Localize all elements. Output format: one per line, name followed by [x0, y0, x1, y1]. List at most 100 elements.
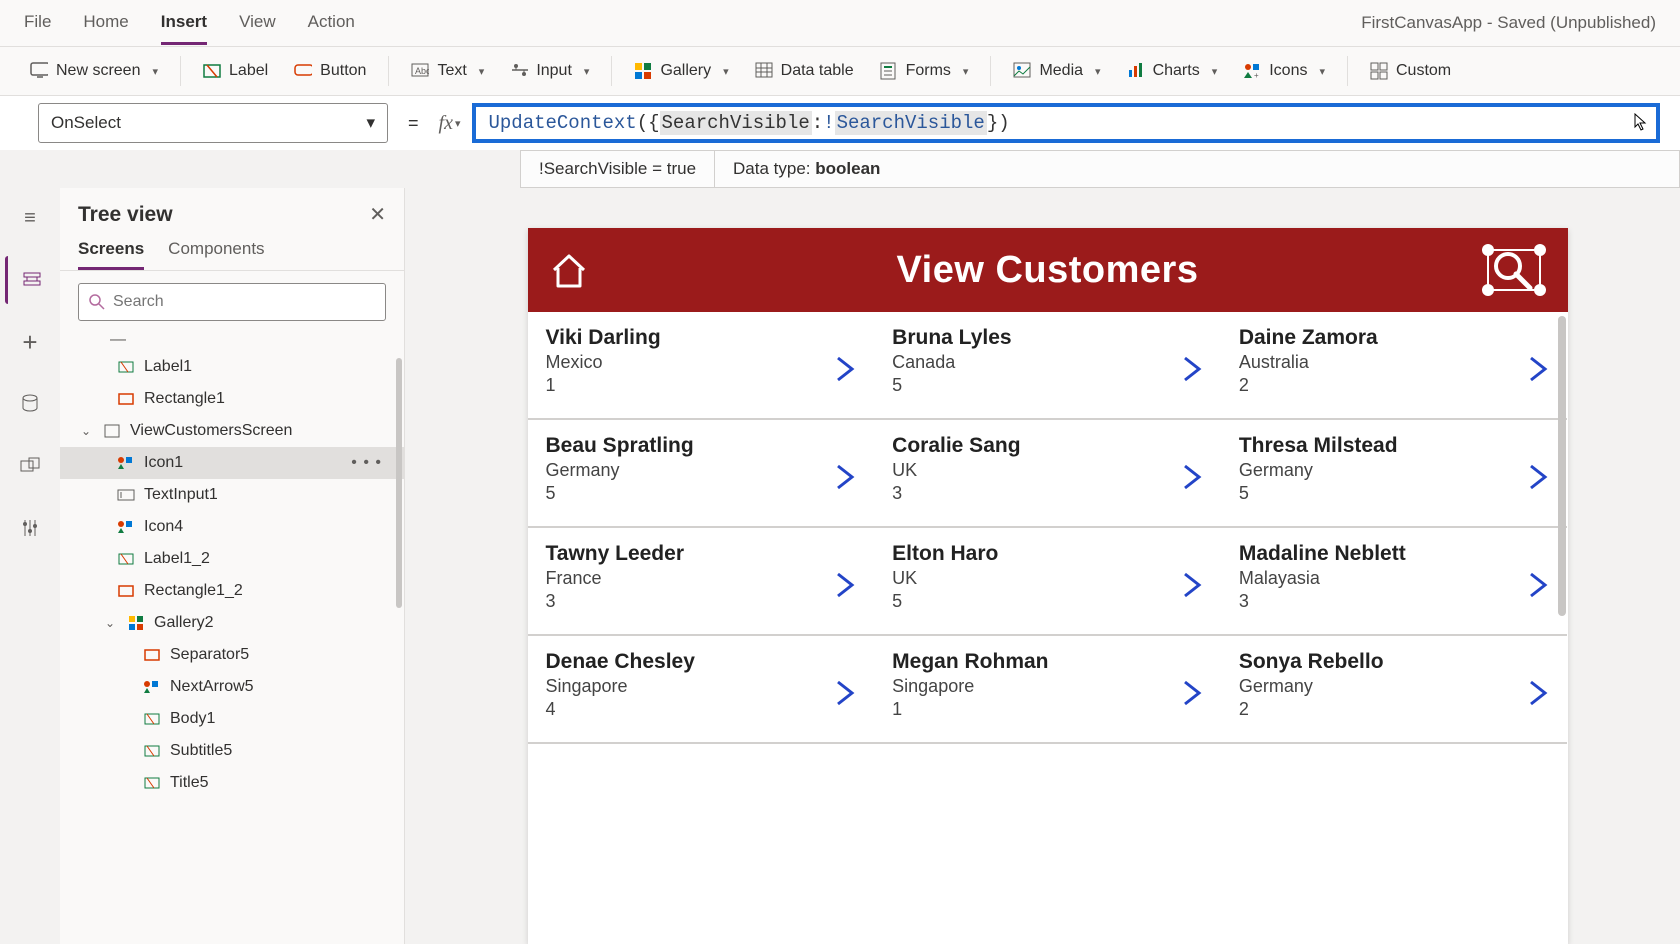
icon-icon: [142, 680, 162, 694]
text-button[interactable]: Abc Text▾: [401, 56, 494, 86]
tree-item-icon4[interactable]: Icon4: [60, 511, 404, 543]
customer-number: 5: [892, 375, 1203, 396]
fx-icon[interactable]: fx ▾: [439, 112, 461, 135]
data-icon[interactable]: [6, 380, 54, 428]
tree-item-icon1[interactable]: Icon1 • • •: [60, 447, 404, 479]
tree-list: — Label1 Rectangle1 ⌄ ViewCustomersScree…: [60, 329, 404, 944]
search-input[interactable]: [113, 293, 375, 311]
menu-home[interactable]: Home: [83, 2, 128, 45]
search-icon: [89, 294, 105, 310]
gallery-cell[interactable]: Coralie SangUK3: [874, 420, 1221, 528]
new-screen-button[interactable]: New screen▾: [20, 56, 168, 86]
chevron-right-icon[interactable]: [1525, 678, 1551, 708]
label-button[interactable]: Label: [193, 56, 278, 86]
more-icon[interactable]: • • •: [351, 454, 392, 472]
tree-item-subtitle5[interactable]: Subtitle5: [60, 735, 404, 767]
tree-item-title5[interactable]: Title5: [60, 767, 404, 799]
home-icon[interactable]: [548, 250, 590, 292]
chevron-down-icon: ▾: [1095, 65, 1101, 78]
customer-number: 1: [892, 699, 1203, 720]
equals-label: =: [408, 113, 419, 134]
input-button[interactable]: Input▾: [500, 56, 599, 86]
menu-insert[interactable]: Insert: [161, 2, 207, 45]
gallery-cell[interactable]: Daine ZamoraAustralia2: [1221, 312, 1568, 420]
gallery-button[interactable]: Gallery▾: [624, 56, 738, 86]
gallery-scrollbar[interactable]: [1558, 316, 1566, 616]
tree-item-viewcustomersscreen[interactable]: ⌄ ViewCustomersScreen: [60, 415, 404, 447]
chevron-down-icon: ▾: [366, 113, 375, 133]
chevron-right-icon[interactable]: [1179, 678, 1205, 708]
add-icon[interactable]: +: [6, 318, 54, 366]
customer-number: 3: [546, 591, 857, 612]
screen-icon: [102, 424, 122, 438]
gallery-cell[interactable]: Madaline NeblettMalayasia3: [1221, 528, 1568, 636]
chevron-right-icon[interactable]: [832, 462, 858, 492]
formula-input[interactable]: UpdateContext({SearchVisible: !SearchVis…: [472, 103, 1660, 143]
gallery-cell[interactable]: Bruna LylesCanada5: [874, 312, 1221, 420]
media-button[interactable]: Media▾: [1003, 56, 1110, 86]
tree-item-nextarrow5[interactable]: NextArrow5: [60, 671, 404, 703]
chevron-right-icon[interactable]: [1179, 570, 1205, 600]
gallery-cell[interactable]: Viki DarlingMexico1: [528, 312, 875, 420]
tree-item-separator5[interactable]: Separator5: [60, 639, 404, 671]
button-button[interactable]: Button: [284, 56, 376, 86]
chevron-right-icon[interactable]: [832, 678, 858, 708]
tree-item-rectangle1[interactable]: Rectangle1: [60, 383, 404, 415]
chevron-right-icon[interactable]: [1525, 462, 1551, 492]
menu-action[interactable]: Action: [308, 2, 355, 45]
app-preview: View Customers Viki DarlingMexico1Bruna …: [528, 228, 1568, 944]
tab-screens[interactable]: Screens: [78, 239, 144, 270]
gallery-cell[interactable]: Sonya RebelloGermany2: [1221, 636, 1568, 744]
customer-country: Singapore: [546, 676, 857, 697]
media-pane-icon[interactable]: [6, 442, 54, 490]
chevron-right-icon[interactable]: [832, 354, 858, 384]
tree-item-label1-2[interactable]: Label1_2: [60, 543, 404, 575]
chevron-down-icon: ▾: [723, 65, 729, 78]
property-dropdown[interactable]: OnSelect ▾: [38, 103, 388, 143]
menu-file[interactable]: File: [24, 2, 51, 45]
chevron-right-icon[interactable]: [832, 570, 858, 600]
gallery-cell[interactable]: Denae ChesleySingapore4: [528, 636, 875, 744]
svg-text:+: +: [1254, 71, 1259, 80]
charts-button[interactable]: Charts▾: [1117, 56, 1228, 86]
search-network-icon[interactable]: [1480, 242, 1548, 298]
tree-item-body1[interactable]: Body1: [60, 703, 404, 735]
close-icon[interactable]: ✕: [369, 202, 386, 227]
tree-view-icon[interactable]: [5, 256, 53, 304]
gallery-cell[interactable]: Thresa MilsteadGermany5: [1221, 420, 1568, 528]
custom-icon: [1370, 62, 1388, 80]
hamburger-icon[interactable]: ≡: [6, 194, 54, 242]
customer-country: UK: [892, 460, 1203, 481]
gallery-cell[interactable]: Tawny LeederFrance3: [528, 528, 875, 636]
datatable-button[interactable]: Data table: [745, 56, 864, 86]
tree-item-textinput1[interactable]: TextInput1: [60, 479, 404, 511]
tree-item-label1[interactable]: Label1: [60, 351, 404, 383]
input-icon: [510, 62, 528, 80]
icons-button[interactable]: + Icons▾: [1233, 56, 1335, 86]
gallery-icon: [634, 62, 652, 80]
menu-view[interactable]: View: [239, 2, 276, 45]
chevron-right-icon[interactable]: [1179, 354, 1205, 384]
tab-components[interactable]: Components: [168, 239, 264, 270]
label-icon: [142, 744, 162, 758]
tree-item-gallery2[interactable]: ⌄ Gallery2: [60, 607, 404, 639]
customer-number: 5: [1239, 483, 1550, 504]
tree-scrollbar[interactable]: [396, 358, 402, 608]
gallery-cell[interactable]: Megan RohmanSingapore1: [874, 636, 1221, 744]
forms-button[interactable]: Forms▾: [870, 56, 979, 86]
customer-country: France: [546, 568, 857, 589]
customer-name: Coralie Sang: [892, 434, 1203, 458]
chevron-right-icon[interactable]: [1525, 354, 1551, 384]
gallery-cell[interactable]: Elton HaroUK5: [874, 528, 1221, 636]
advanced-icon[interactable]: [6, 504, 54, 552]
textinput-icon: [116, 489, 136, 501]
custom-button[interactable]: Custom: [1360, 56, 1461, 86]
gallery-cell[interactable]: Beau SpratlingGermany5: [528, 420, 875, 528]
customer-country: Singapore: [892, 676, 1203, 697]
tree-search[interactable]: [78, 283, 386, 321]
customer-country: Germany: [1239, 460, 1550, 481]
chevron-right-icon[interactable]: [1525, 570, 1551, 600]
chevron-right-icon[interactable]: [1179, 462, 1205, 492]
customer-number: 2: [1239, 375, 1550, 396]
tree-item-rectangle1-2[interactable]: Rectangle1_2: [60, 575, 404, 607]
